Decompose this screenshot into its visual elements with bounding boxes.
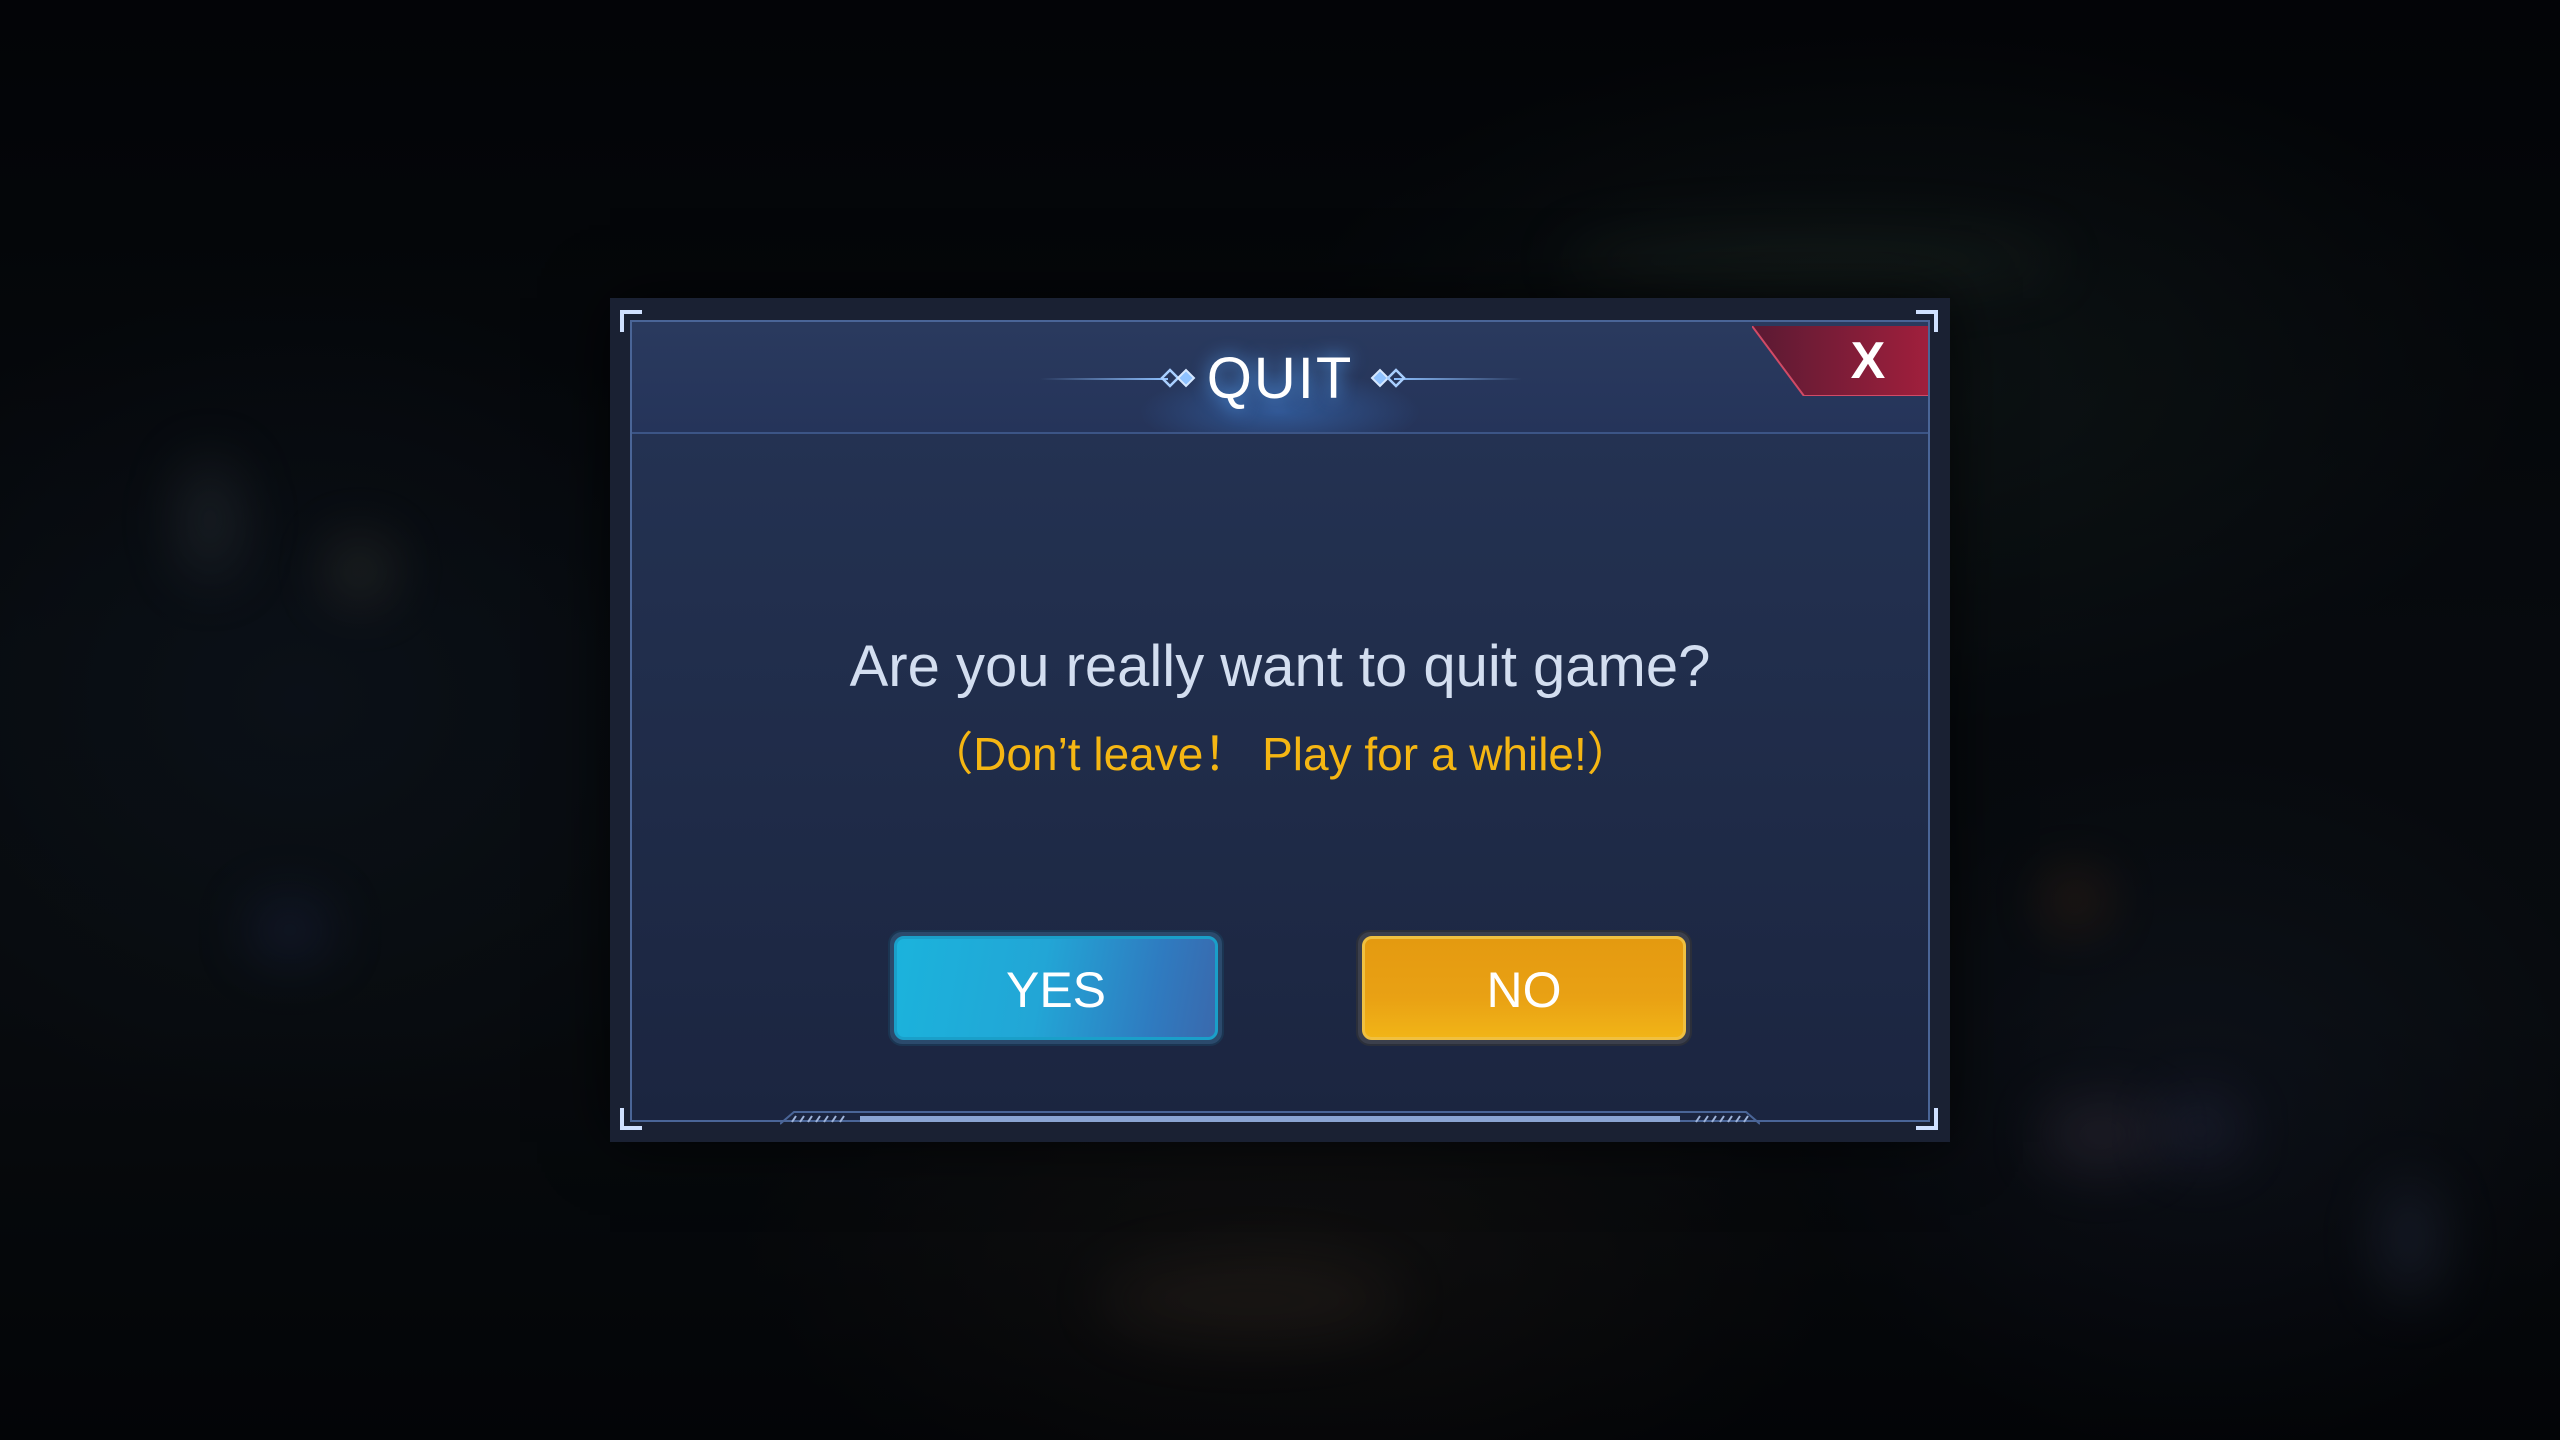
diamond-ornament-icon: [1370, 368, 1406, 388]
close-icon: X: [1850, 332, 1886, 390]
quit-dialog: QUIT X Are you really want to quit game?…: [610, 298, 1950, 1142]
quit-message: Are you really want to quit game?: [849, 634, 1711, 699]
quit-submessage: （Don’t leave！ Play for a while!）: [927, 728, 1633, 780]
dialog-header: QUIT X: [632, 322, 1928, 434]
footer-ornament: [780, 1111, 1760, 1125]
dialog-title: QUIT: [1206, 346, 1354, 411]
close-button[interactable]: X: [1752, 326, 1928, 396]
no-button[interactable]: NO: [1356, 930, 1692, 1046]
yes-button-label: YES: [894, 936, 1218, 1040]
no-button-label: NO: [1362, 936, 1686, 1040]
dialog-panel: QUIT X Are you really want to quit game?…: [630, 320, 1930, 1122]
yes-button[interactable]: YES: [888, 930, 1224, 1046]
